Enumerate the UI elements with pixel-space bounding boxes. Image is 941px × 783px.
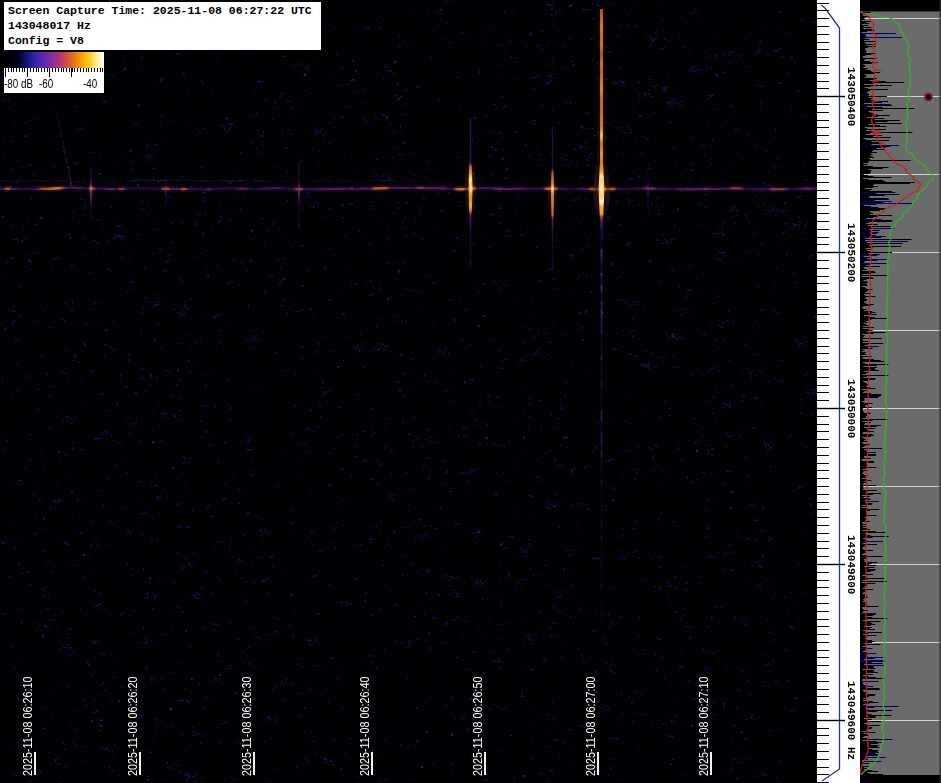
frequency-label-4: 143049600 Hz bbox=[845, 681, 856, 760]
capture-time-text: Screen Capture Time: 2025-11-08 06:27:22… bbox=[8, 3, 318, 18]
time-label-2: 2025-11-08 06:26:30 bbox=[240, 677, 253, 776]
spectrum-graph-panel bbox=[860, 0, 941, 783]
time-label-3: 2025-11-08 06:26:40 bbox=[358, 677, 371, 776]
config-text: Config = V8 bbox=[8, 33, 318, 48]
db-label-60: -60 bbox=[39, 77, 53, 91]
time-label-4: 2025-11-08 06:26:50 bbox=[471, 677, 484, 776]
frequency-label-2: 143050000 bbox=[845, 379, 856, 438]
time-label-0: 2025-11-08 06:26:10 bbox=[21, 677, 34, 776]
waterfall-spectrogram bbox=[0, 0, 817, 783]
capture-info-box: Screen Capture Time: 2025-11-08 06:27:22… bbox=[3, 2, 321, 50]
db-label-40: -40 bbox=[83, 77, 97, 91]
frequency-label-0: 143050400 bbox=[845, 67, 856, 126]
db-label-80: -80 dB bbox=[4, 77, 33, 91]
time-label-6: 2025-11-08 06:27:10 bbox=[697, 677, 710, 776]
time-label-1: 2025-11-08 06:26:20 bbox=[126, 677, 139, 776]
screen-capture: 2025-11-08 06:26:10 2025-11-08 06:26:20 20… bbox=[0, 0, 941, 783]
frequency-ruler: 143050400 143050200 143050000 143049800 1430… bbox=[817, 0, 860, 783]
color-scale-labels: -80 dB -60 -40 bbox=[4, 76, 104, 93]
color-scale-gradient bbox=[4, 52, 104, 68]
frequency-label-1: 143050200 bbox=[845, 223, 856, 282]
time-label-5: 2025-11-08 06:27:00 bbox=[584, 677, 597, 776]
frequency-label-3: 143049800 bbox=[845, 535, 856, 594]
center-frequency-text: 143048017 Hz bbox=[8, 18, 318, 33]
db-color-legend: -80 dB -60 -40 bbox=[4, 52, 104, 93]
